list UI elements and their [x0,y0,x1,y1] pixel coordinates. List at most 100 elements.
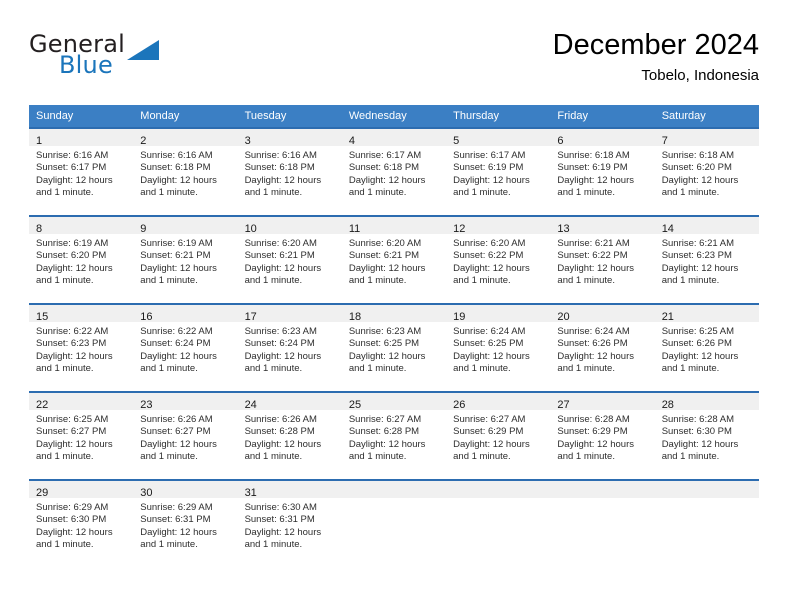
day-number: 6 [557,135,564,147]
day-number: 17 [244,311,257,323]
sunset-text: Sunset: 6:17 PM [36,162,107,174]
sunrise-text: Sunrise: 6:19 AM [140,238,213,249]
calendar-week-row: 29 Sunrise: 6:29 AM Sunset: 6:30 PM Dayligh… [29,479,759,567]
day-number: 8 [36,223,43,235]
sunset-text: Sunset: 6:22 PM [557,250,628,262]
sunset-text: Sunset: 6:19 PM [557,162,628,174]
daylight-text-line2: and 1 minute. [36,363,94,375]
calendar-day-cell[interactable]: 21 Sunrise: 6:25 AM Sunset: 6:26 PM Dayligh… [654,303,759,391]
calendar-day-cell[interactable]: 31 Sunrise: 6:30 AM Sunset: 6:31 PM Dayligh… [237,479,342,567]
calendar-day-cell[interactable]: 26 Sunrise: 6:27 AM Sunset: 6:29 PM Dayligh… [446,391,551,479]
daylight-text-line2: and 1 minute. [661,187,720,199]
daylight-text-line1: Daylight: 12 hours [244,350,322,362]
sunset-text: Sunset: 6:29 PM [453,426,524,438]
sunset-text: Sunset: 6:26 PM [557,338,628,350]
day-number: 13 [557,223,570,235]
calendar-day-cell[interactable]: 7 Sunrise: 6:18 AM Sunset: 6:20 PM Daylight… [654,127,759,215]
daylight-text-line2: and 1 minute. [140,363,198,375]
sunset-text: Sunset: 6:25 PM [453,338,524,350]
daylight-text-line1: Daylight: 12 hours [244,174,322,186]
weekday-header-friday: Friday [550,105,655,127]
calendar-day-cell[interactable]: 20 Sunrise: 6:24 AM Sunset: 6:26 PM Dayligh… [550,303,655,391]
sunrise-text: Sunrise: 6:25 AM [36,414,109,425]
sunset-text: Sunset: 6:23 PM [661,250,732,262]
calendar-day-cell[interactable]: 10 Sunrise: 6:20 AM Sunset: 6:21 PM Dayligh… [237,215,342,303]
sunrise-text: Sunrise: 6:20 AM [244,238,317,249]
day-number: 3 [244,135,251,147]
calendar-day-cell[interactable]: 25 Sunrise: 6:27 AM Sunset: 6:28 PM Dayligh… [341,391,447,479]
sunrise-text: Sunrise: 6:16 AM [140,150,213,161]
day-number: 14 [661,223,674,235]
daylight-text-line2: and 1 minute. [453,451,511,463]
daylight-text-line2: and 1 minute. [36,539,94,551]
calendar-day-cell[interactable]: 28 Sunrise: 6:28 AM Sunset: 6:30 PM Dayligh… [654,391,759,479]
calendar-day-cell[interactable]: 3 Sunrise: 6:16 AM Sunset: 6:18 PM Daylight… [237,127,342,215]
brand-name-blue: Blue [59,51,113,79]
sunset-text: Sunset: 6:20 PM [36,250,107,262]
calendar-table: Sunday Monday Tuesday Wednesday Thursday… [29,105,759,567]
calendar-day-cell[interactable]: 27 Sunrise: 6:28 AM Sunset: 6:29 PM Dayligh… [550,391,655,479]
calendar-day-cell[interactable]: 23 Sunrise: 6:26 AM Sunset: 6:27 PM Dayligh… [133,391,238,479]
sunrise-text: Sunrise: 6:29 AM [140,502,213,513]
day-number: 15 [36,311,49,323]
daylight-text-line1: Daylight: 12 hours [36,526,113,538]
sunrise-text: Sunrise: 6:17 AM [453,150,526,161]
daylight-text-line2: and 1 minute. [36,187,94,199]
daylight-text-line1: Daylight: 12 hours [36,262,113,274]
sunset-text: Sunset: 6:26 PM [661,338,732,350]
calendar-day-cell[interactable]: 29 Sunrise: 6:29 AM Sunset: 6:30 PM Dayligh… [29,479,134,567]
calendar-day-cell[interactable]: 5 Sunrise: 6:17 AM Sunset: 6:19 PM Daylight… [446,127,551,215]
day-number: 21 [661,311,674,323]
daylight-text-line2: and 1 minute. [140,187,198,199]
sunset-text: Sunset: 6:27 PM [36,426,107,438]
daylight-text-line2: and 1 minute. [557,451,615,463]
calendar-day-cell-empty [654,479,759,567]
daylight-text-line1: Daylight: 12 hours [244,262,322,274]
calendar-day-cell[interactable]: 17 Sunrise: 6:23 AM Sunset: 6:24 PM Dayligh… [237,303,342,391]
daylight-text-line1: Daylight: 12 hours [348,262,426,274]
calendar-day-cell[interactable]: 19 Sunrise: 6:24 AM Sunset: 6:25 PM Dayligh… [446,303,551,391]
calendar-day-cell[interactable]: 8 Sunrise: 6:19 AM Sunset: 6:20 PM Daylight… [29,215,134,303]
calendar-week-row: 22 Sunrise: 6:25 AM Sunset: 6:27 PM Dayligh… [29,391,759,479]
day-number: 5 [453,135,460,147]
calendar-day-cell[interactable]: 6 Sunrise: 6:18 AM Sunset: 6:19 PM Daylight… [550,127,655,215]
calendar-day-cell[interactable]: 9 Sunrise: 6:19 AM Sunset: 6:21 PM Daylight… [133,215,238,303]
calendar-day-cell[interactable]: 12 Sunrise: 6:20 AM Sunset: 6:22 PM Dayligh… [446,215,551,303]
calendar-day-cell[interactable]: 24 Sunrise: 6:26 AM Sunset: 6:28 PM Dayligh… [237,391,342,479]
calendar-day-cell[interactable]: 13 Sunrise: 6:21 AM Sunset: 6:22 PM Dayligh… [550,215,655,303]
brand-logo[interactable]: General Blue [29,30,259,90]
calendar-day-cell[interactable]: 2 Sunrise: 6:16 AM Sunset: 6:18 PM Daylight… [133,127,238,215]
daylight-text-line2: and 1 minute. [140,539,198,551]
calendar-day-cell[interactable]: 14 Sunrise: 6:21 AM Sunset: 6:23 PM Dayligh… [654,215,759,303]
daylight-text-line1: Daylight: 12 hours [557,350,634,362]
weekday-header-monday: Monday [133,105,238,127]
calendar-day-cell[interactable]: 18 Sunrise: 6:23 AM Sunset: 6:25 PM Dayligh… [341,303,447,391]
sunrise-text: Sunrise: 6:19 AM [36,238,109,249]
sunrise-text: Sunrise: 6:26 AM [244,414,317,425]
sunrise-text: Sunrise: 6:24 AM [453,326,526,337]
daylight-text-line2: and 1 minute. [36,451,94,463]
daylight-text-line1: Daylight: 12 hours [36,350,113,362]
calendar-header-row: Sunday Monday Tuesday Wednesday Thursday… [29,105,759,127]
calendar-day-cell[interactable]: 11 Sunrise: 6:20 AM Sunset: 6:21 PM Dayligh… [341,215,447,303]
sunrise-text: Sunrise: 6:20 AM [348,238,422,249]
calendar-day-cell[interactable]: 4 Sunrise: 6:17 AM Sunset: 6:18 PM Daylight… [341,127,447,215]
sunrise-text: Sunrise: 6:22 AM [140,326,213,337]
day-number: 9 [140,223,147,235]
calendar-day-cell[interactable]: 15 Sunrise: 6:22 AM Sunset: 6:23 PM Dayligh… [29,303,134,391]
calendar-day-cell[interactable]: 16 Sunrise: 6:22 AM Sunset: 6:24 PM Dayligh… [133,303,238,391]
calendar-day-cell[interactable]: 30 Sunrise: 6:29 AM Sunset: 6:31 PM Dayligh… [133,479,238,567]
daylight-text-line2: and 1 minute. [557,275,615,287]
daylight-text-line1: Daylight: 12 hours [453,174,530,186]
sunrise-text: Sunrise: 6:27 AM [453,414,526,425]
daylight-text-line1: Daylight: 12 hours [36,438,113,450]
calendar-day-cell[interactable]: 1 Sunrise: 6:16 AM Sunset: 6:17 PM Daylight… [29,127,134,215]
sunset-text: Sunset: 6:23 PM [36,338,107,350]
sunrise-text: Sunrise: 6:29 AM [36,502,109,513]
calendar-body: 1 Sunrise: 6:16 AM Sunset: 6:17 PM Daylight… [29,127,759,567]
sunset-text: Sunset: 6:28 PM [244,426,315,438]
day-number: 20 [557,311,570,323]
day-number: 26 [453,399,466,411]
daylight-text-line2: and 1 minute. [244,539,303,551]
calendar-day-cell[interactable]: 22 Sunrise: 6:25 AM Sunset: 6:27 PM Dayligh… [29,391,134,479]
